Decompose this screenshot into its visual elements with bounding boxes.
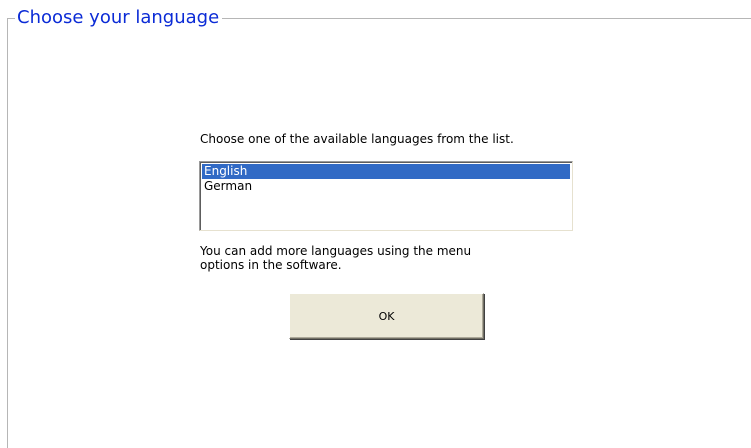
hint-line-2: options in the software. bbox=[200, 258, 342, 272]
add-languages-hint: You can add more languages using the men… bbox=[200, 244, 560, 272]
language-listbox[interactable]: English German bbox=[199, 161, 573, 231]
ok-button[interactable]: OK bbox=[289, 293, 484, 339]
language-setup-page: Choose your language Choose one of the a… bbox=[0, 0, 751, 448]
language-option-english[interactable]: English bbox=[202, 164, 570, 179]
instruction-text: Choose one of the available languages fr… bbox=[200, 132, 514, 146]
group-box-title: Choose your language bbox=[15, 6, 223, 30]
hint-line-1: You can add more languages using the men… bbox=[200, 244, 472, 258]
language-option-german[interactable]: German bbox=[202, 179, 570, 194]
language-group-box bbox=[7, 18, 751, 448]
